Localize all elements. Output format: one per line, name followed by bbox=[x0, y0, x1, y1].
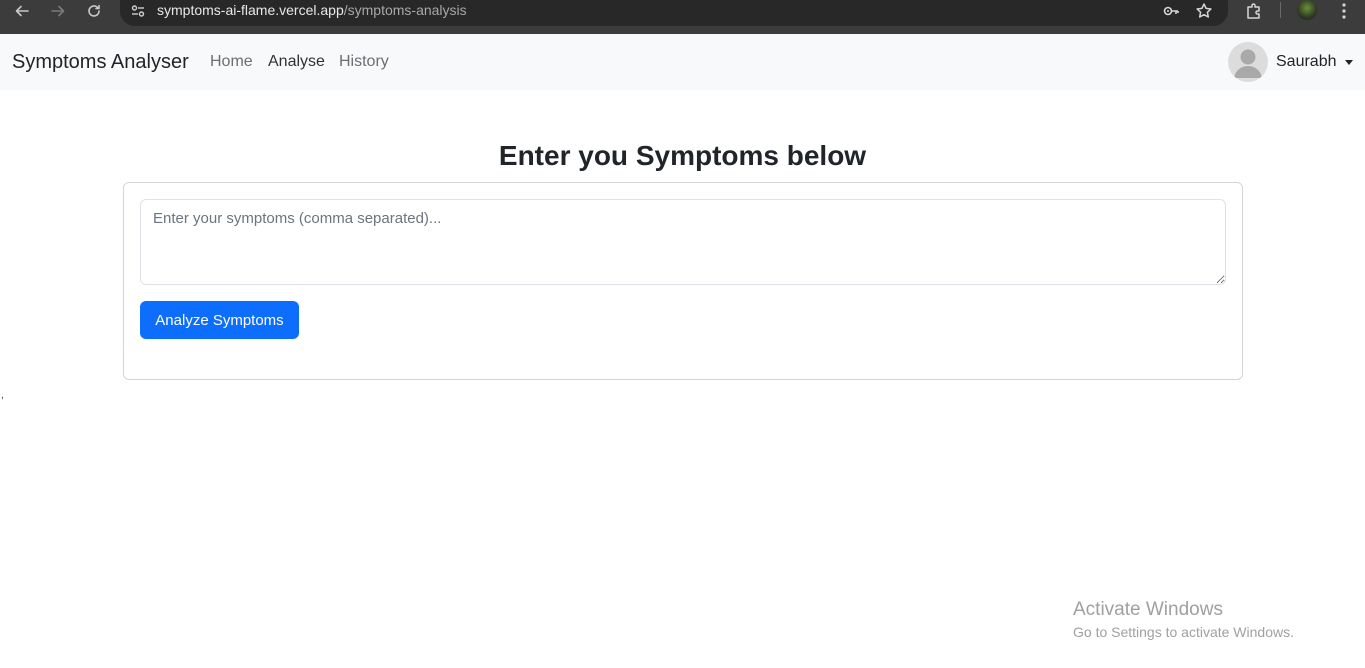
browser-profile-avatar[interactable] bbox=[1297, 0, 1317, 20]
toolbar-divider bbox=[1280, 2, 1281, 18]
nav-link-history[interactable]: History bbox=[339, 53, 389, 71]
url-text: symptoms-ai-flame.vercel.app/symptoms-an… bbox=[157, 2, 467, 18]
url-path: /symptoms-analysis bbox=[343, 2, 467, 18]
site-settings-icon[interactable] bbox=[130, 3, 146, 19]
navbar-brand[interactable]: Symptoms Analyser bbox=[12, 51, 189, 74]
nav-link-home[interactable]: Home bbox=[210, 53, 253, 71]
user-avatar[interactable] bbox=[1228, 42, 1268, 82]
browser-menu-kebab-icon[interactable] bbox=[1334, 0, 1354, 22]
analyze-symptoms-button[interactable]: Analyze Symptoms bbox=[140, 301, 299, 339]
extensions-puzzle-icon[interactable] bbox=[1244, 0, 1264, 22]
bookmark-star-icon[interactable] bbox=[1195, 2, 1213, 20]
user-menu-name[interactable]: Saurabh bbox=[1276, 53, 1337, 71]
stray-mark: , bbox=[1, 390, 4, 401]
back-arrow-icon[interactable] bbox=[10, 0, 34, 22]
address-bar[interactable]: symptoms-ai-flame.vercel.app/symptoms-an… bbox=[120, 0, 1228, 26]
activate-windows-subtitle: Go to Settings to activate Windows. bbox=[1073, 624, 1294, 640]
reload-icon[interactable] bbox=[82, 0, 106, 22]
symptoms-input[interactable] bbox=[140, 199, 1226, 285]
url-host: symptoms-ai-flame.vercel.app bbox=[157, 2, 344, 18]
user-menu-caret-icon[interactable] bbox=[1345, 60, 1353, 65]
page-title: Enter you Symptoms below bbox=[498, 140, 867, 171]
activate-windows-title: Activate Windows bbox=[1073, 599, 1223, 620]
forward-arrow-icon[interactable] bbox=[46, 0, 70, 22]
top-navbar: Symptoms Analyser Home Analyse History S… bbox=[0, 34, 1365, 90]
browser-chrome: symptoms-ai-flame.vercel.app/symptoms-an… bbox=[0, 0, 1365, 34]
password-key-icon[interactable] bbox=[1162, 2, 1180, 20]
nav-link-analyse[interactable]: Analyse bbox=[268, 53, 325, 71]
symptoms-card: Analyze Symptoms bbox=[123, 182, 1243, 380]
